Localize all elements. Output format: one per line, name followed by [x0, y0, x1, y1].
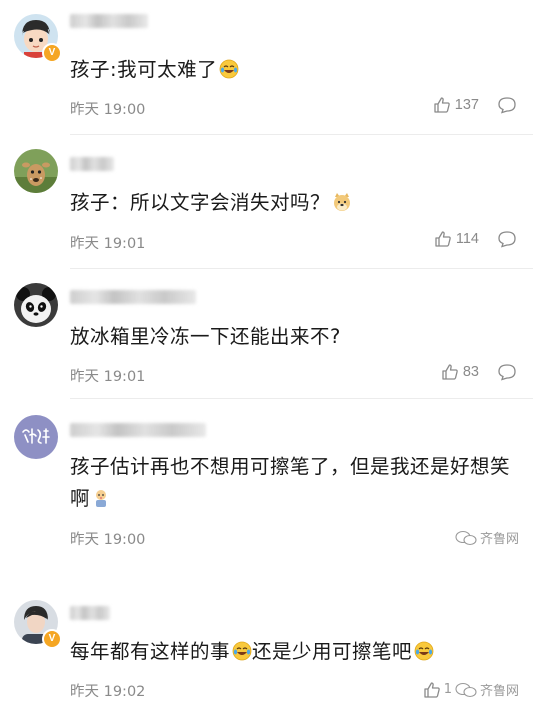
baby-emoji-icon	[92, 486, 110, 518]
comment-actions: 137	[433, 96, 517, 114]
verified-badge-icon: V	[42, 629, 62, 649]
watermark-text: 齐鲁网	[479, 532, 519, 547]
username-blurred[interactable]	[70, 606, 110, 620]
username-blurred[interactable]	[70, 423, 206, 437]
reply-button[interactable]	[497, 230, 517, 248]
comment-text-content: 孩子估计再也不想用可擦笔了，但是我还是好想笑啊	[70, 455, 511, 510]
thumbs-up-icon	[435, 231, 451, 247]
doge-emoji-icon	[332, 190, 352, 222]
comment-text-part1: 每年都有这样的事	[70, 640, 231, 663]
comment-time: 昨天 19:01	[70, 236, 146, 252]
wechat-logo-icon	[455, 682, 477, 697]
comment-text-part2: 还是少用可擦笔吧	[252, 640, 413, 663]
avatar-deer-icon	[14, 149, 58, 193]
comment-text: 孩子：所以文字会消失对吗？	[70, 187, 515, 222]
thumbs-up-icon	[434, 97, 450, 113]
wechat-logo-icon	[455, 530, 477, 545]
comment-actions: 83	[441, 363, 517, 381]
comment-item: 放冰箱里冷冻一下还能出来不? 昨天 19:01 83	[0, 269, 533, 399]
like-count: 83	[462, 364, 479, 380]
username-blurred[interactable]	[70, 290, 196, 304]
avatar[interactable]	[14, 415, 58, 459]
watermark: 1 齐鲁网	[423, 680, 519, 699]
reply-button[interactable]	[497, 96, 517, 114]
avatar[interactable]	[14, 149, 58, 193]
comment-item: V 孩子:我可太难了 昨天 19:00 137	[0, 0, 533, 135]
comment-text: 放冰箱里冷冻一下还能出来不?	[70, 321, 515, 353]
comment-time: 昨天 19:01	[70, 369, 146, 385]
username-blurred[interactable]	[70, 157, 114, 171]
avatar-calligraphy-icon	[14, 415, 58, 459]
comment-bubble-icon	[498, 97, 516, 114]
comment-text-content: 放冰箱里冷冻一下还能出来不?	[70, 325, 341, 348]
thumbs-up-icon[interactable]	[423, 681, 441, 699]
comment-time: 昨天 19:02	[70, 684, 146, 700]
reply-button[interactable]	[497, 363, 517, 381]
like-count: 137	[454, 97, 479, 113]
comment-text: 孩子:我可太难了	[70, 54, 515, 89]
comment-text: 每年都有这样的事 还是少用可擦笔吧	[70, 636, 515, 671]
comment-time: 昨天 19:00	[70, 532, 146, 548]
comment-text-content: 孩子：所以文字会消失对吗？	[70, 191, 331, 214]
like-count: 114	[455, 231, 479, 247]
comment-bubble-icon	[498, 231, 516, 248]
like-button[interactable]: 114	[434, 230, 479, 248]
comment-text: 孩子估计再也不想用可擦笔了，但是我还是好想笑啊	[70, 451, 515, 518]
thumbs-up-icon	[442, 364, 458, 380]
like-button[interactable]: 137	[433, 96, 479, 114]
avatar[interactable]	[14, 283, 58, 327]
like-button[interactable]: 83	[441, 363, 479, 381]
laugh-cry-emoji-icon	[414, 639, 434, 671]
like-count: 1	[443, 682, 452, 697]
comment-bubble-icon	[498, 364, 516, 381]
avatar-panda-icon	[14, 283, 58, 327]
comment-item: 孩子估计再也不想用可擦笔了，但是我还是好想笑啊 昨天 19:00 齐鲁网	[0, 399, 533, 569]
comment-item: 孩子：所以文字会消失对吗？ 昨天 19:01 114	[0, 135, 533, 270]
comment-text-content: 孩子:我可太难了	[70, 58, 218, 81]
comment-actions: 114	[434, 230, 517, 248]
comment-item: V 每年都有这样的事 还是少用可擦笔吧 昨天 19:02 1 齐鲁网	[0, 590, 533, 707]
watermark-text: 齐鲁网	[479, 684, 519, 699]
comment-time: 昨天 19:00	[70, 102, 146, 118]
username-blurred[interactable]	[70, 14, 148, 28]
laugh-cry-emoji-icon	[219, 57, 239, 89]
watermark: 齐鲁网	[455, 528, 519, 547]
laugh-cry-emoji-icon	[232, 639, 252, 671]
verified-badge-icon: V	[42, 43, 62, 63]
